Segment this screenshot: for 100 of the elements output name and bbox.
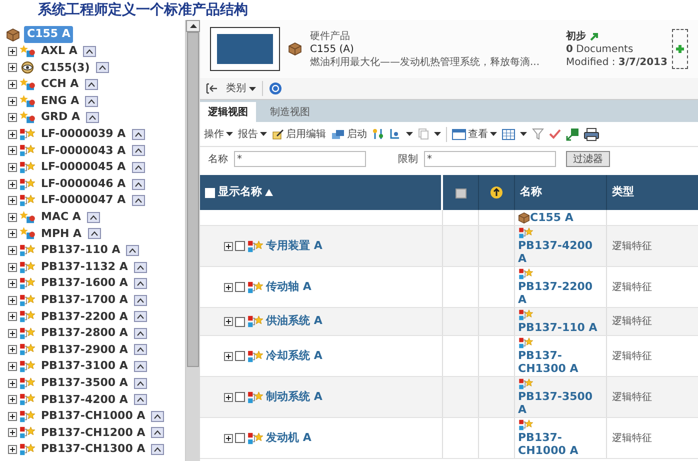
collapse-up-icon[interactable] bbox=[134, 294, 147, 306]
expand-icon[interactable] bbox=[8, 445, 17, 454]
display-name-link[interactable]: 传动轴 A bbox=[266, 278, 312, 296]
tree-item[interactable]: LF-0000046 A bbox=[41, 176, 126, 192]
filter-button[interactable]: 过滤器 bbox=[566, 151, 610, 167]
name-link[interactable]: PB137-3500 A bbox=[518, 390, 603, 416]
collapse-up-icon[interactable] bbox=[126, 244, 140, 256]
expand-icon[interactable] bbox=[224, 392, 233, 402]
add-button[interactable] bbox=[672, 29, 688, 69]
category-menu[interactable]: 类别 bbox=[224, 81, 263, 96]
tree-item[interactable]: LF-0000043 A bbox=[41, 142, 126, 160]
row-checkbox[interactable] bbox=[235, 392, 245, 402]
expand-icon[interactable] bbox=[8, 146, 17, 156]
collapse-up-icon[interactable] bbox=[132, 195, 145, 206]
table-layout-icon[interactable] bbox=[502, 128, 515, 140]
collapse-up-icon[interactable] bbox=[134, 311, 147, 322]
collapse-up-icon[interactable] bbox=[134, 344, 147, 356]
collapse-up-icon[interactable] bbox=[96, 62, 109, 74]
collapse-up-icon[interactable] bbox=[132, 162, 145, 173]
tree-item[interactable]: ENG A bbox=[41, 92, 80, 110]
tree-item[interactable]: PB137-1132 A bbox=[41, 258, 128, 276]
filter-icon[interactable] bbox=[532, 128, 544, 140]
expand-icon[interactable] bbox=[8, 80, 17, 89]
tree-item[interactable]: LF-0000045 A bbox=[41, 159, 126, 176]
expand-icon[interactable] bbox=[8, 262, 17, 272]
name-link[interactable]: C155 A bbox=[530, 211, 574, 224]
display-name-link[interactable]: 发动机 A bbox=[266, 430, 312, 446]
tree-item[interactable]: PB137-2800 A bbox=[41, 325, 128, 342]
collapse-up-icon[interactable] bbox=[132, 145, 145, 156]
expand-icon[interactable] bbox=[8, 212, 17, 222]
name-link[interactable]: PB137-CH1300 A bbox=[518, 349, 603, 375]
tree-item[interactable]: PB137-CH1000 A bbox=[41, 408, 146, 425]
collapse-up-icon[interactable] bbox=[134, 262, 147, 273]
tree-item[interactable]: PB137-3100 A bbox=[41, 358, 128, 375]
tree-item[interactable]: PB137-1700 A bbox=[41, 292, 128, 308]
enable-edit-button[interactable]: 启用编辑 bbox=[272, 126, 326, 142]
print-icon[interactable] bbox=[584, 128, 599, 140]
tree-item[interactable]: PB137-1600 A bbox=[41, 275, 128, 292]
expand-icon[interactable] bbox=[8, 246, 17, 255]
collapse-up-icon[interactable] bbox=[134, 394, 147, 406]
name-filter-field[interactable]: * bbox=[234, 151, 366, 167]
expand-icon[interactable] bbox=[8, 362, 17, 372]
expand-icon[interactable] bbox=[224, 317, 233, 326]
tree-item[interactable]: MAC A bbox=[41, 208, 81, 226]
expand-icon[interactable] bbox=[224, 282, 233, 292]
tree-item[interactable]: PB137-2200 A bbox=[41, 308, 128, 326]
name-link[interactable]: PB137-CH1000 A bbox=[518, 431, 603, 457]
expand-icon[interactable] bbox=[8, 328, 17, 338]
expand-icon[interactable] bbox=[8, 162, 17, 172]
expand-icon[interactable] bbox=[8, 63, 17, 72]
expand-icon[interactable] bbox=[8, 378, 17, 388]
collapse-up-icon[interactable] bbox=[151, 444, 164, 456]
expand-icon[interactable] bbox=[224, 242, 233, 250]
collapse-up-icon[interactable] bbox=[83, 46, 96, 57]
launch-button[interactable]: 启动 bbox=[331, 126, 367, 142]
tree-item[interactable]: PB137-2900 A bbox=[41, 342, 128, 358]
display-name-link[interactable]: 供油系统 A bbox=[266, 313, 322, 330]
back-icon[interactable] bbox=[206, 83, 218, 94]
view-menu[interactable]: 查看 bbox=[446, 126, 497, 142]
collapse-up-icon[interactable] bbox=[88, 228, 101, 240]
column-header[interactable]: 类型 bbox=[607, 175, 698, 210]
row-checkbox[interactable] bbox=[235, 241, 245, 251]
expand-icon[interactable] bbox=[8, 229, 17, 238]
tree-item[interactable]: PB137-4200 A bbox=[41, 392, 128, 408]
collapse-up-icon[interactable] bbox=[134, 378, 147, 389]
tree-item[interactable]: CCH A bbox=[41, 76, 79, 93]
tree-item[interactable]: PB137-CH1200 A bbox=[41, 424, 146, 442]
tree-item[interactable]: MPH A bbox=[41, 226, 82, 242]
collapse-up-icon[interactable] bbox=[134, 278, 147, 290]
sort-ascending-icon[interactable] bbox=[265, 189, 273, 196]
limit-filter-field[interactable]: * bbox=[424, 151, 556, 167]
expand-icon[interactable] bbox=[8, 46, 17, 56]
tree-item[interactable]: C155(3) bbox=[41, 60, 90, 76]
row-checkbox[interactable] bbox=[235, 316, 245, 326]
operate-menu[interactable]: 操作 bbox=[204, 126, 233, 142]
view-tab[interactable]: 逻辑视图 bbox=[200, 102, 256, 122]
expand-icon[interactable] bbox=[224, 352, 233, 360]
name-link[interactable]: PB137-4200 A bbox=[518, 239, 603, 265]
tree-item[interactable]: PB137-3500 A bbox=[41, 374, 128, 392]
tree-item[interactable]: AXL A bbox=[41, 43, 78, 60]
expand-icon[interactable] bbox=[8, 412, 17, 421]
display-name-link[interactable]: 冷却系统 A bbox=[266, 348, 322, 364]
expand-icon[interactable] bbox=[8, 130, 17, 139]
row-checkbox[interactable] bbox=[235, 433, 245, 443]
display-name-link[interactable]: 制动系统 A bbox=[266, 388, 322, 406]
expand-icon[interactable] bbox=[224, 434, 233, 442]
check-icon[interactable] bbox=[549, 128, 561, 140]
help-icon[interactable] bbox=[269, 82, 282, 95]
expand-icon[interactable] bbox=[8, 296, 17, 305]
collapse-up-icon[interactable] bbox=[151, 427, 164, 438]
tree-item[interactable]: GRD A bbox=[41, 109, 80, 126]
expand-icon[interactable] bbox=[8, 96, 17, 106]
structure-icon[interactable] bbox=[372, 128, 384, 140]
expand-icon[interactable] bbox=[8, 180, 17, 189]
display-name-link[interactable]: 专用装置 A bbox=[266, 238, 322, 254]
expand-icon[interactable] bbox=[8, 196, 17, 206]
collapse-up-icon[interactable] bbox=[134, 328, 147, 339]
scroll-up-icon[interactable] bbox=[190, 24, 196, 28]
tree-item[interactable]: LF-0000047 A bbox=[41, 192, 126, 209]
view-tab[interactable]: 制造视图 bbox=[256, 102, 324, 122]
